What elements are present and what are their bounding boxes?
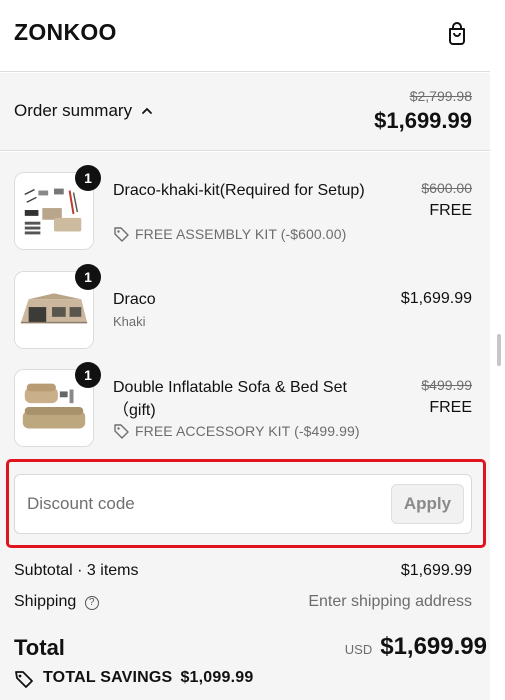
item-price: FREE [429,399,472,416]
line-item: 1 Draco-khaki-kit(Required for Setup) FR… [0,165,490,254]
chevron-up-icon [142,107,152,114]
discount-tag: FREE ACCESSORY KIT (-$499.99) [113,422,360,439]
quantity-badge: 1 [75,165,101,191]
discount-code-field: Apply [14,474,472,534]
item-price: FREE [429,202,472,219]
shipping-label: Shipping [14,593,77,610]
total-label: Total [14,635,65,660]
apply-discount-button[interactable]: Apply [391,484,464,524]
subtotal-label: Subtotal · 3 items [14,562,139,579]
line-item: 1 Double Inflatable Sofa & Bed Set （gift… [0,362,490,451]
grand-total: USD $1,699.99 [345,633,487,661]
brand-logo[interactable]: ZONKOO [14,19,117,46]
subtotal-value: $1,699.99 [400,562,472,579]
currency-code: USD [344,642,373,657]
subtotal-row: Subtotal · 3 items $1,699.99 [14,562,472,580]
tag-icon [114,424,129,439]
quantity-badge: 1 [75,264,101,290]
discount-tag: FREE ASSEMBLY KIT (-$600.00) [113,225,346,242]
checkout-header: ZONKOO [0,0,490,72]
shipping-value: Enter shipping address [308,593,472,610]
savings-value: $1,099.99 [180,669,254,686]
shipping-row: Shipping ? Enter shipping address [14,593,472,611]
quantity-badge: 1 [75,362,101,388]
total-value: $1,699.99 [380,633,487,660]
total-savings: TOTAL SAVINGS $1,099.99 [14,668,253,688]
savings-label: TOTAL SAVINGS [43,669,173,686]
tag-icon [114,227,129,242]
tag-icon [15,671,33,688]
item-title: Draco [113,291,156,308]
item-price: $1,699.99 [400,290,472,307]
line-item: 1 Draco Khaki $1,699.99 [0,264,490,353]
original-price: $600.00 [421,180,472,196]
item-variant: Khaki [113,314,146,329]
original-price: $499.99 [421,377,472,393]
item-title: Double Inflatable Sofa & Bed Set （gift) [113,379,347,419]
item-title: Draco-khaki-kit(Required for Setup) [113,182,365,199]
order-summary-toggle[interactable]: Order summary [14,101,153,121]
order-summary-label: Order summary [14,101,133,120]
order-summary-bar[interactable]: Order summary $2,799.98 $1,699.99 [0,73,490,151]
summary-total: $1,699.99 [374,108,472,133]
discount-code-input[interactable] [27,475,387,533]
shopping-bag-icon[interactable] [443,19,471,47]
original-total: $2,799.98 [409,88,472,104]
discount-tag-label: FREE ASSEMBLY KIT (-$600.00) [135,225,347,242]
question-circle-icon[interactable]: ? [84,596,99,610]
discount-tag-label: FREE ACCESSORY KIT (-$499.99) [135,422,360,439]
panel-resize-handle[interactable] [497,334,501,366]
